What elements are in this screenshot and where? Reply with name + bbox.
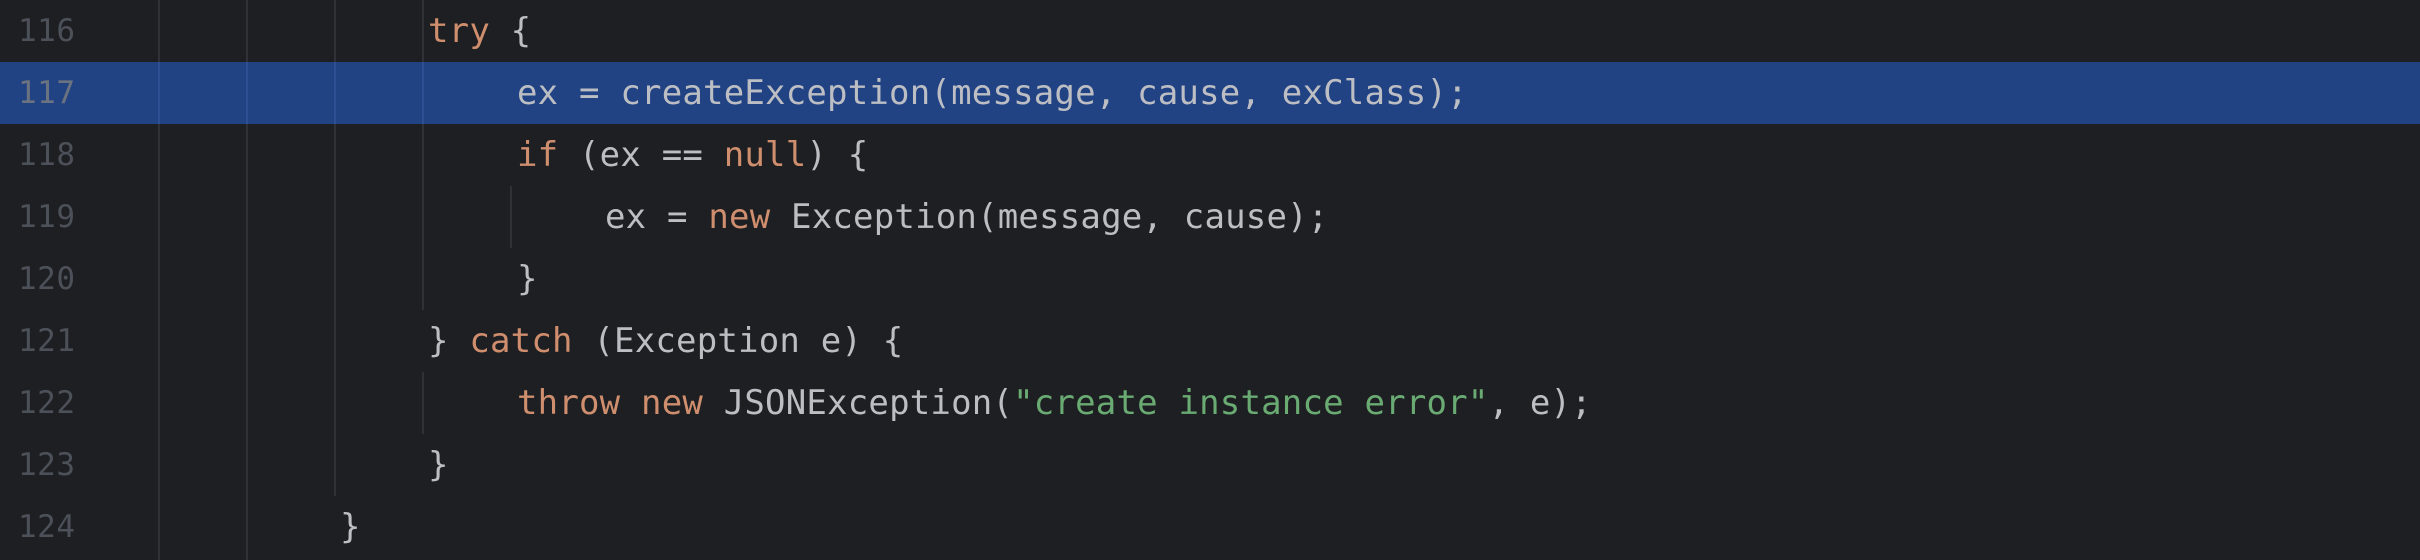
indent-guide: [334, 62, 336, 124]
code-token: ) {: [806, 135, 869, 175]
code-text: throw new JSONException("create instance…: [517, 372, 1592, 434]
code-token: if: [517, 135, 559, 175]
line-number: 121: [18, 323, 76, 359]
code-token: }: [428, 445, 449, 485]
code-token: Exception(message, cause);: [770, 197, 1329, 237]
code-line[interactable]: 121 } catch (Exception e) {: [0, 310, 2420, 372]
code-token: new: [708, 197, 771, 237]
code-line[interactable]: 116 try {: [0, 0, 2420, 62]
code-line[interactable]: 118 if (ex == null) {: [0, 124, 2420, 186]
code-token: JSONException(: [703, 383, 1014, 423]
code-token: , e);: [1488, 383, 1592, 423]
code-token: (Exception e) {: [572, 321, 904, 361]
code-text: }: [428, 434, 449, 496]
line-number: 122: [18, 385, 76, 421]
line-number: 124: [18, 509, 76, 545]
code-token: ex = createException(message, cause, exC…: [517, 73, 1468, 113]
code-token: catch: [469, 321, 573, 361]
code-text: }: [340, 496, 361, 558]
indent-guide: [510, 186, 512, 248]
code-editor[interactable]: 116 try { 117 ex = createException(messa…: [0, 0, 2420, 560]
code-line[interactable]: 119 ex = new Exception(message, cause);: [0, 186, 2420, 248]
line-number: 119: [18, 199, 76, 235]
code-line[interactable]: 120 }: [0, 248, 2420, 310]
line-number: 120: [18, 261, 76, 297]
code-token: }: [340, 507, 361, 547]
code-token: "create instance error": [1013, 383, 1489, 423]
code-line-selected[interactable]: 117 ex = createException(message, cause,…: [0, 62, 2420, 124]
code-token: }: [428, 321, 470, 361]
code-text: ex = createException(message, cause, exC…: [517, 62, 1468, 124]
line-number: 118: [18, 137, 76, 173]
indent-guide: [422, 62, 424, 124]
code-token: (ex ==: [558, 135, 724, 175]
line-number: 117: [18, 75, 76, 111]
indent-guide: [422, 372, 424, 434]
code-token: {: [490, 11, 532, 51]
code-token: }: [517, 259, 538, 299]
code-text: }: [517, 248, 538, 310]
code-token: ex =: [605, 197, 709, 237]
line-number: 123: [18, 447, 76, 483]
code-line[interactable]: 123 }: [0, 434, 2420, 496]
code-token: throw: [517, 383, 621, 423]
indent-guide: [422, 0, 424, 310]
line-number: 116: [18, 13, 76, 49]
indent-guide: [246, 62, 248, 124]
code-token: new: [641, 383, 704, 423]
code-token: try: [428, 11, 491, 51]
code-line[interactable]: 124 }: [0, 496, 2420, 558]
code-line[interactable]: 122 throw new JSONException("create inst…: [0, 372, 2420, 434]
code-text: if (ex == null) {: [517, 124, 868, 186]
code-text: ex = new Exception(message, cause);: [605, 186, 1328, 248]
indent-guide: [158, 62, 160, 124]
code-token: null: [723, 135, 807, 175]
code-text: try {: [428, 0, 531, 62]
code-text: } catch (Exception e) {: [428, 310, 903, 372]
